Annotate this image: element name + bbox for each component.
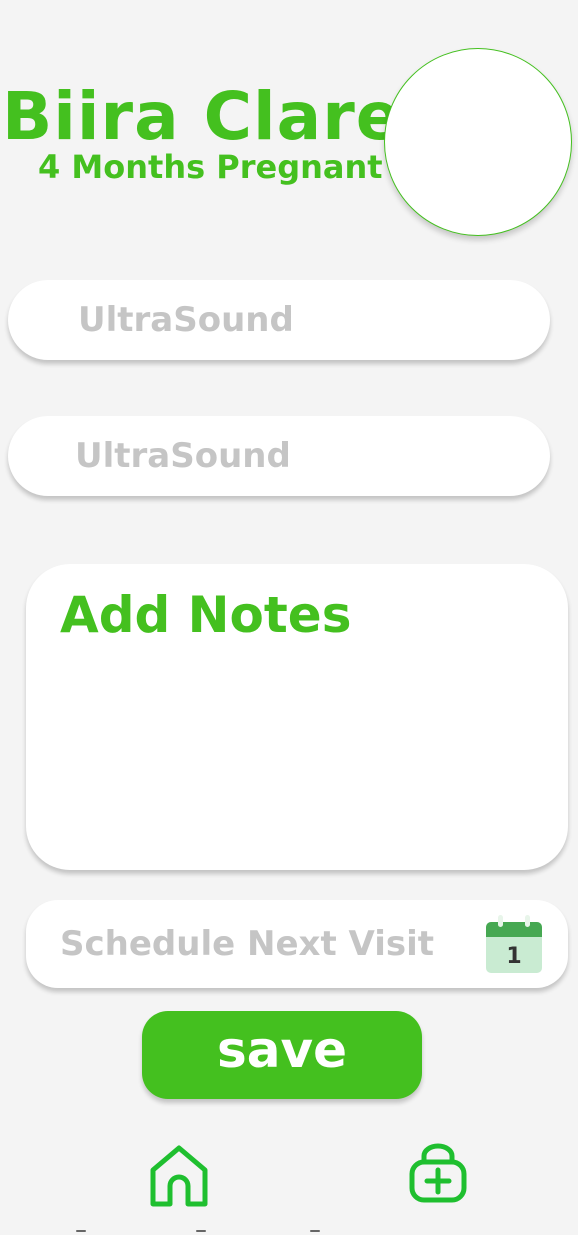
ultrasound-field-1[interactable]: UltraSound <box>8 280 550 360</box>
avatar[interactable] <box>384 48 572 236</box>
bottom-nav-labels-strip <box>0 1226 578 1235</box>
home-icon[interactable] <box>148 1144 210 1208</box>
schedule-next-visit-field[interactable]: Schedule Next Visit 1 <box>26 900 568 988</box>
ultrasound-field-2[interactable]: UltraSound <box>8 416 550 496</box>
schedule-label: Schedule Next Visit <box>60 924 435 964</box>
ultrasound-field-1-placeholder: UltraSound <box>78 300 294 340</box>
calendar-day: 1 <box>506 944 521 969</box>
add-medical-bag-icon[interactable] <box>408 1142 468 1204</box>
save-button-label: save <box>216 1021 347 1079</box>
notes-area[interactable]: Add Notes <box>26 564 568 870</box>
pregnancy-status: 4 Months Pregnant <box>38 148 383 186</box>
notes-title: Add Notes <box>60 586 352 644</box>
ultrasound-field-2-placeholder: UltraSound <box>75 436 291 476</box>
save-button[interactable]: save <box>142 1011 422 1099</box>
patient-name: Biira Clare <box>2 78 402 155</box>
calendar-icon[interactable]: 1 <box>484 915 544 975</box>
